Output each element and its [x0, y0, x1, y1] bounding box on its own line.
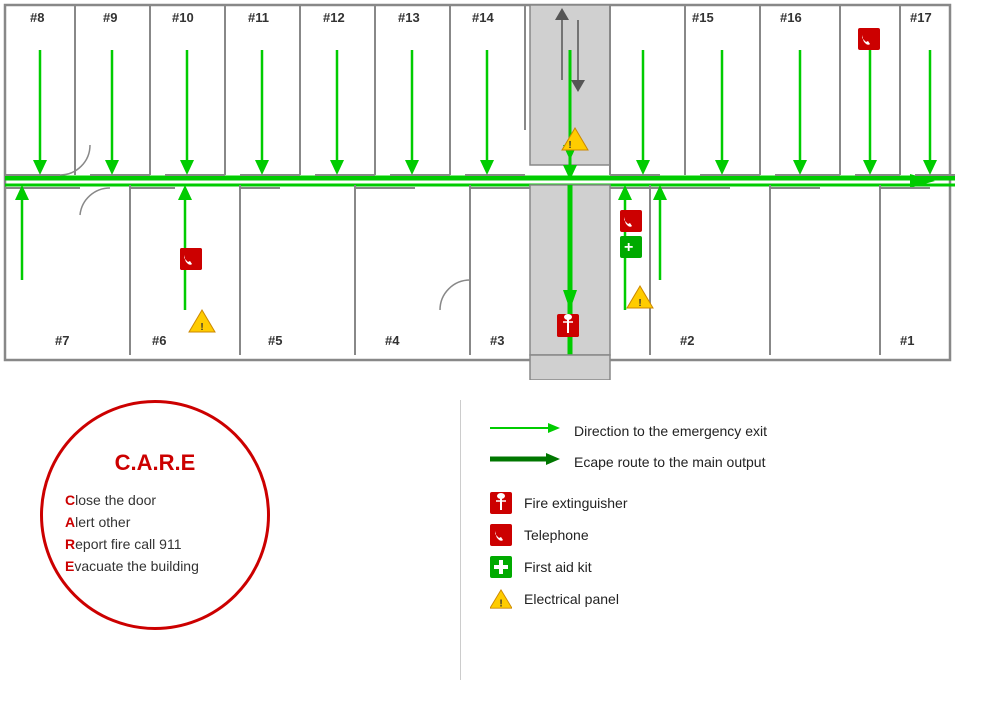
svg-text:#16: #16	[780, 10, 802, 25]
legend-section: Direction to the emergency exit Ecape ro…	[490, 420, 960, 620]
care-line-1: Close the door	[65, 492, 245, 508]
direction-label: Direction to the emergency exit	[574, 423, 767, 439]
telephone-label: Telephone	[524, 527, 589, 543]
first-aid-icon	[490, 556, 512, 578]
fire-ext-label: Fire extinguisher	[524, 495, 628, 511]
svg-text:#9: #9	[103, 10, 117, 25]
care-title: C.A.R.E	[115, 450, 196, 476]
legend-direction: Direction to the emergency exit	[490, 420, 960, 441]
svg-text:#13: #13	[398, 10, 420, 25]
svg-text:#6: #6	[152, 333, 166, 348]
svg-text:#15: #15	[692, 10, 714, 25]
svg-text:#8: #8	[30, 10, 44, 25]
legend-electrical: ! Electrical panel	[490, 588, 960, 610]
first-aid-label: First aid kit	[524, 559, 592, 575]
care-circle: C.A.R.E Close the door Alert other Repor…	[40, 400, 270, 630]
care-line-2: Alert other	[65, 514, 245, 530]
svg-text:#2: #2	[680, 333, 694, 348]
svg-text:!: !	[638, 298, 641, 309]
legend-fire-ext: Fire extinguisher	[490, 492, 960, 514]
svg-text:#17: #17	[910, 10, 932, 25]
section-divider	[460, 400, 461, 680]
svg-text:#10: #10	[172, 10, 194, 25]
electrical-label: Electrical panel	[524, 591, 619, 607]
svg-text:🔥: 🔥	[560, 318, 577, 335]
svg-text:🧯: 🧯	[562, 319, 578, 334]
svg-text:#11: #11	[248, 10, 269, 25]
floor-plan-svg: #8 #9 #10 #11 #12 #13 #14 #15 #16 #17 #7…	[0, 0, 955, 380]
svg-text:#1: #1	[900, 333, 914, 348]
svg-text:#3: #3	[490, 333, 504, 348]
escape-route-label: Ecape route to the main output	[574, 454, 765, 470]
care-line-4: Evacuate the building	[65, 558, 245, 574]
svg-text:!: !	[200, 322, 203, 333]
legend-escape-route: Ecape route to the main output	[490, 451, 960, 472]
svg-text:#12: #12	[323, 10, 345, 25]
svg-text:!: !	[568, 140, 571, 151]
care-line-3: Report fire call 911	[65, 536, 245, 552]
svg-text:#4: #4	[385, 333, 400, 348]
legend-first-aid: First aid kit	[490, 556, 960, 578]
fire-ext-icon	[490, 492, 512, 514]
svg-text:#7: #7	[55, 333, 69, 348]
svg-text:📞: 📞	[184, 250, 202, 268]
electrical-icon: !	[490, 588, 512, 610]
thick-arrow-icon	[490, 451, 560, 467]
thin-arrow-icon	[490, 420, 560, 436]
svg-text:+: +	[624, 239, 633, 256]
svg-text:#5: #5	[268, 333, 282, 348]
svg-text:#14: #14	[472, 10, 494, 25]
svg-text:!: !	[499, 598, 502, 609]
telephone-icon	[490, 524, 512, 546]
legend-telephone: Telephone	[490, 524, 960, 546]
